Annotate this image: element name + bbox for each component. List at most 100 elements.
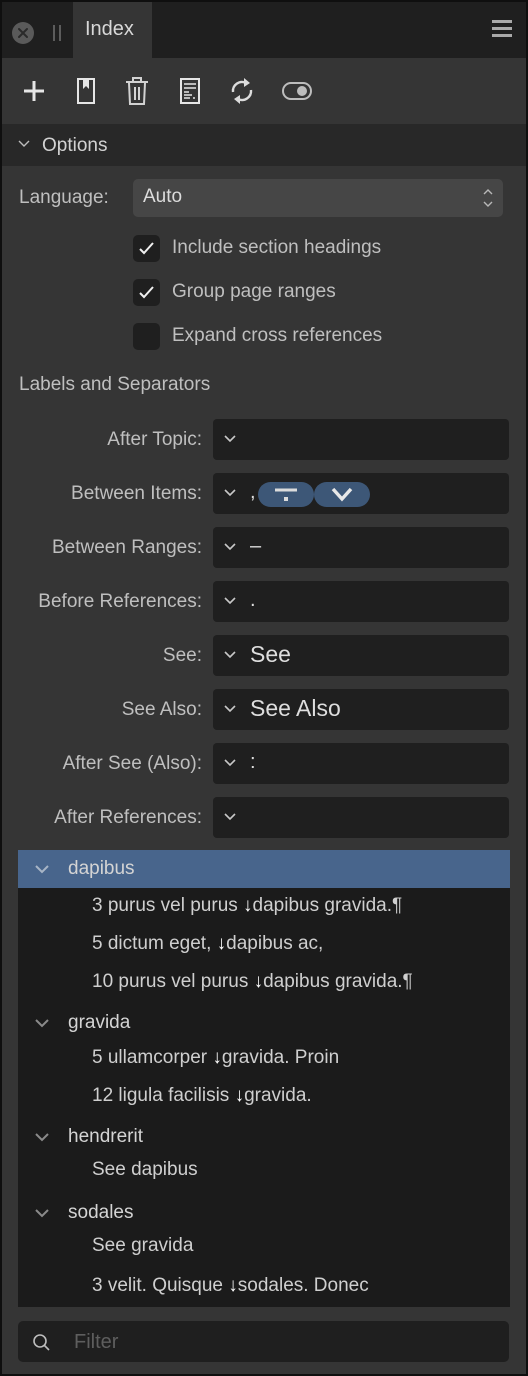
after-references-field[interactable] <box>213 797 509 838</box>
panel-menu-button[interactable] <box>492 20 512 40</box>
options-header-label: Options <box>42 135 108 156</box>
reference-item[interactable]: 5 ullamcorper ↓gravida. Proin <box>92 1047 339 1069</box>
filter-input[interactable] <box>72 1327 496 1357</box>
line-break-chevron-icon <box>331 487 353 502</box>
chevron-down-icon[interactable] <box>34 864 50 874</box>
after-topic-field[interactable] <box>213 419 509 460</box>
cross-reference-item[interactable]: See gravida <box>92 1235 193 1257</box>
topic-row[interactable]: sodales <box>18 1194 510 1232</box>
chevron-down-icon[interactable] <box>224 813 236 821</box>
chevron-down-icon[interactable] <box>34 1208 50 1218</box>
insert-bookmark-button[interactable] <box>72 76 100 106</box>
reference-item[interactable]: 3 velit. Quisque ↓sodales. Donec <box>92 1275 369 1297</box>
context-after: dapibus ac, <box>226 933 324 954</box>
topic-name: sodales <box>68 1202 134 1223</box>
marker-arrow-icon: ↓ <box>228 1275 238 1296</box>
tab-index[interactable]: Index <box>73 2 152 58</box>
index-toolbar <box>2 58 526 124</box>
between-ranges-field[interactable]: – <box>213 527 509 568</box>
chevron-down-icon[interactable] <box>224 705 236 713</box>
reference-item[interactable]: 3 purus vel purus ↓dapibus gravida.¶ <box>92 895 402 917</box>
expand-cross-references-checkbox[interactable] <box>133 323 160 350</box>
chevron-down-icon[interactable] <box>34 1132 50 1142</box>
between-ranges-row: Between Ranges: – <box>2 527 526 569</box>
after-see-also-field[interactable]: : <box>213 743 509 784</box>
context-before: velit. Quisque <box>107 1275 223 1296</box>
between-items-value: , <box>250 481 256 503</box>
context-before: dictum eget, <box>107 933 212 954</box>
delete-button[interactable] <box>123 76 151 106</box>
reference-item[interactable]: 12 ligula facilisis ↓gravida. <box>92 1085 312 1107</box>
refresh-icon <box>231 78 253 104</box>
context-after: gravida. Proin <box>221 1047 340 1068</box>
topic-row[interactable]: gravida <box>18 1004 510 1042</box>
chevron-down-icon[interactable] <box>34 1018 50 1028</box>
between-ranges-label: Between Ranges: <box>52 537 202 558</box>
cross-reference-item[interactable]: See dapibus <box>92 1159 198 1181</box>
between-items-field[interactable]: , <box>213 473 509 514</box>
include-section-headings-checkbox[interactable] <box>133 235 160 262</box>
labels-separators-heading: Labels and Separators <box>19 374 211 395</box>
see-also-value: See Also <box>250 695 341 721</box>
marker-arrow-icon: ↓ <box>216 933 227 954</box>
language-label: Language: <box>19 187 109 208</box>
toggle-markers-button[interactable] <box>281 76 313 106</box>
after-references-label: After References: <box>54 807 202 828</box>
drag-grip-icon[interactable] <box>53 25 61 41</box>
language-select[interactable]: Auto <box>133 179 503 217</box>
document-lines-icon <box>180 78 200 104</box>
add-topic-button[interactable] <box>20 76 48 106</box>
between-items-label: Between Items: <box>71 483 202 504</box>
chevron-down-icon[interactable] <box>224 759 236 767</box>
bookmark-page-icon <box>77 78 95 104</box>
page-number: 12 <box>92 1085 114 1106</box>
page-number: 10 <box>92 971 114 992</box>
topic-row[interactable]: hendrerit <box>18 1118 510 1156</box>
chevron-down-icon[interactable] <box>224 543 236 551</box>
topic-row[interactable]: dapibus <box>18 850 510 888</box>
panel-tab-bar: Index <box>2 2 526 58</box>
options-section-header[interactable]: Options <box>2 124 526 166</box>
marker-arrow-icon: ↓ <box>212 1047 222 1068</box>
after-see-also-label: After See (Also): <box>62 753 202 774</box>
see-reference: See gravida <box>92 1235 194 1256</box>
insert-index-button[interactable] <box>176 76 204 106</box>
tab-token[interactable] <box>258 482 314 507</box>
between-items-row: Between Items: , <box>2 473 526 515</box>
before-references-field[interactable]: . <box>213 581 509 622</box>
topic-name: hendrerit <box>68 1126 143 1147</box>
checkbox-label: Group page ranges <box>172 281 336 302</box>
context-after: dapibus gravida.¶ <box>263 971 413 992</box>
see-reference: See dapibus <box>92 1159 198 1180</box>
index-topic-tree: dapibus 3 purus vel purus ↓dapibus gravi… <box>18 850 510 1307</box>
context-after: sodales. Donec <box>237 1275 369 1296</box>
chevron-down-icon[interactable] <box>224 435 236 443</box>
see-also-row: See Also: See Also <box>2 689 526 731</box>
see-also-label: See Also: <box>121 699 202 720</box>
checkmark-icon <box>139 242 154 255</box>
plus-icon <box>24 81 44 101</box>
language-value: Auto <box>143 186 183 207</box>
see-also-field[interactable]: See Also <box>213 689 509 730</box>
marker-arrow-icon: ↓ <box>234 1085 245 1106</box>
chevron-down-icon[interactable] <box>224 597 236 605</box>
checkmark-icon <box>139 286 154 299</box>
newline-token[interactable] <box>314 482 370 507</box>
chevron-down-icon[interactable] <box>224 489 236 497</box>
reference-item[interactable]: 10 purus vel purus ↓dapibus gravida.¶ <box>92 971 413 993</box>
before-references-row: Before References: . <box>2 581 526 623</box>
close-icon <box>18 28 28 38</box>
tab-label: Index <box>85 18 134 40</box>
see-field[interactable]: See <box>213 635 509 676</box>
reference-item[interactable]: 5 dictum eget, ↓dapibus ac, <box>92 933 323 955</box>
close-panel-button[interactable] <box>12 22 34 44</box>
group-page-ranges-checkbox[interactable] <box>133 279 160 306</box>
context-before: purus vel purus <box>118 971 249 992</box>
between-ranges-value: – <box>250 535 262 557</box>
toggle-icon <box>282 82 312 100</box>
before-references-value: . <box>250 589 256 611</box>
context-before: purus vel purus <box>107 895 238 916</box>
chevron-down-icon[interactable] <box>224 651 236 659</box>
before-references-label: Before References: <box>38 591 202 612</box>
refresh-button[interactable] <box>228 76 256 106</box>
